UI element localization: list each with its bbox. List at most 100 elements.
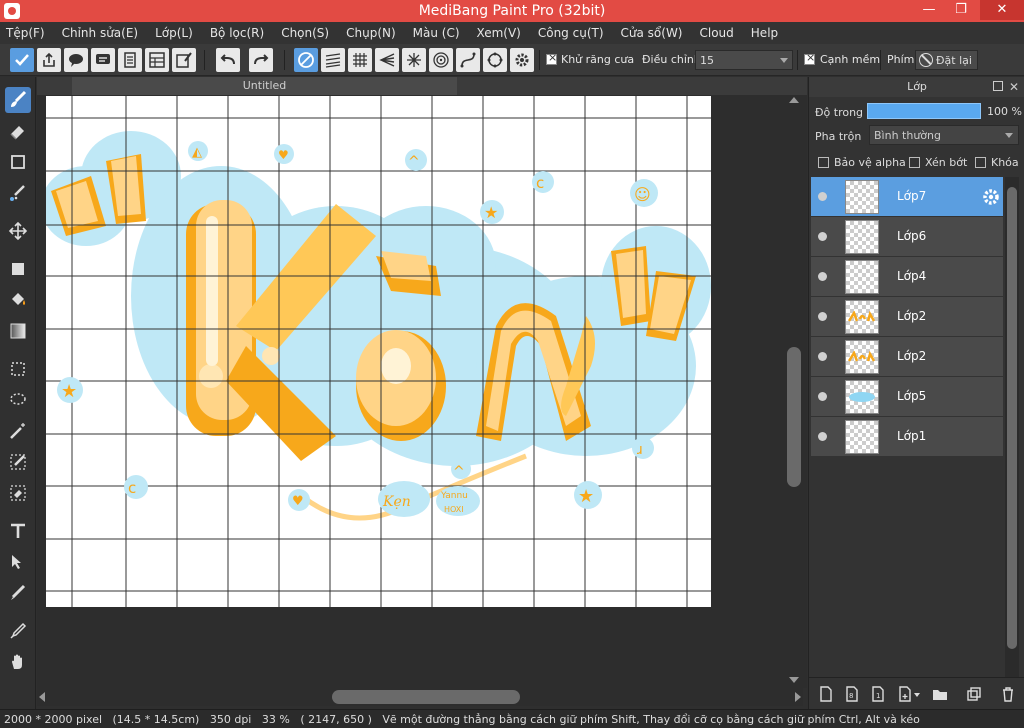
- page-button[interactable]: [118, 48, 142, 72]
- blend-mode-dropdown[interactable]: Bình thường: [869, 125, 1019, 145]
- share-button[interactable]: [37, 48, 61, 72]
- layer-row[interactable]: Lớp2: [811, 297, 1003, 337]
- close-button[interactable]: ✕: [980, 0, 1024, 20]
- layer-row[interactable]: Lớp2: [811, 337, 1003, 377]
- rectangle-tool[interactable]: [5, 149, 31, 175]
- dot-brush-tool[interactable]: [5, 180, 31, 206]
- visibility-eye-icon[interactable]: [818, 392, 827, 401]
- add-layer-menu-button[interactable]: [895, 683, 925, 705]
- drawing-canvas[interactable]: ◭ ♥ ^ c ☺ ★ ★ ɹ c ♥ ^ ★ Kẹn Yannu HOXI: [46, 96, 711, 607]
- perspective-snap-button[interactable]: [375, 48, 399, 72]
- visibility-eye-icon[interactable]: [818, 232, 827, 241]
- close-panel-icon[interactable]: ✕: [1009, 77, 1019, 97]
- gear-icon[interactable]: [981, 187, 1001, 207]
- pointer-icon: [12, 555, 21, 569]
- move-tool[interactable]: [5, 218, 31, 244]
- curve-snap-button[interactable]: [456, 48, 480, 72]
- select-pen-tool[interactable]: [5, 449, 31, 475]
- visibility-eye-icon[interactable]: [818, 312, 827, 321]
- layer-row[interactable]: Lớp4: [811, 257, 1003, 297]
- hand-icon: [12, 654, 22, 669]
- text-tool[interactable]: [5, 518, 31, 544]
- text-bubble-button[interactable]: [91, 48, 115, 72]
- layer-row[interactable]: Lớp7: [811, 177, 1003, 217]
- canvas-vertical-scrollbar[interactable]: [785, 95, 803, 685]
- scroll-down-icon[interactable]: [789, 677, 799, 683]
- adjust-dropdown[interactable]: 15: [695, 50, 793, 70]
- canvas-horizontal-scrollbar[interactable]: [37, 688, 803, 706]
- hand-tool[interactable]: [5, 649, 31, 675]
- eyedropper-tool[interactable]: [5, 618, 31, 644]
- scroll-up-icon[interactable]: [789, 97, 799, 103]
- horizontal-scroll-thumb[interactable]: [332, 690, 520, 704]
- new-halftone-layer-button[interactable]: 8: [841, 683, 863, 705]
- antialias-checkbox[interactable]: [546, 51, 557, 65]
- menu-select[interactable]: Chọn(S): [281, 26, 329, 40]
- menu-file[interactable]: Tệp(F): [6, 26, 45, 40]
- radial-snap-button[interactable]: [402, 48, 426, 72]
- brush-tool[interactable]: [5, 87, 31, 113]
- scroll-right-icon[interactable]: [795, 692, 801, 702]
- menu-edit[interactable]: Chỉnh sửa(E): [62, 26, 139, 40]
- layer-row[interactable]: Lớp6: [811, 217, 1003, 257]
- maximize-button[interactable]: ❐: [946, 0, 976, 20]
- magic-wand-tool[interactable]: [5, 418, 31, 444]
- new-folder-button[interactable]: [929, 683, 951, 705]
- new-layer-button[interactable]: [815, 683, 837, 705]
- speech-bubble-button[interactable]: [64, 48, 88, 72]
- bucket-tool[interactable]: [5, 287, 31, 313]
- minimize-button[interactable]: —: [914, 0, 944, 20]
- select-eraser-tool[interactable]: [5, 480, 31, 506]
- menu-window[interactable]: Cửa sổ(W): [621, 26, 683, 40]
- svg-text:ɹ: ɹ: [637, 442, 643, 458]
- menu-filter[interactable]: Bộ lọc(R): [210, 26, 264, 40]
- edit-layout-button[interactable]: [172, 48, 196, 72]
- menu-color[interactable]: Màu (C): [413, 26, 460, 40]
- redo-button[interactable]: [249, 48, 273, 72]
- protect-alpha-checkbox[interactable]: [818, 157, 829, 168]
- concentric-snap-button[interactable]: [429, 48, 453, 72]
- visibility-eye-icon[interactable]: [818, 432, 827, 441]
- visibility-eye-icon[interactable]: [818, 352, 827, 361]
- layer-scroll-thumb[interactable]: [1007, 187, 1017, 649]
- menu-view[interactable]: Xem(V): [477, 26, 521, 40]
- toolbar: Khử răng cưa Điều chỉnh 15 Cạnh mềm Phím…: [0, 44, 1024, 76]
- visibility-eye-icon[interactable]: [818, 272, 827, 281]
- delete-layer-button[interactable]: [997, 683, 1019, 705]
- fill-rectangle-tool[interactable]: [5, 256, 31, 282]
- ellipse-snap-button[interactable]: [483, 48, 507, 72]
- lock-checkbox[interactable]: [975, 157, 986, 168]
- clipping-checkbox[interactable]: [909, 157, 920, 168]
- eraser-tool[interactable]: [5, 118, 31, 144]
- brush-settings-button[interactable]: [10, 48, 34, 72]
- select-tool[interactable]: [5, 356, 31, 382]
- scroll-left-icon[interactable]: [39, 692, 45, 702]
- layer-list-scrollbar[interactable]: [1005, 177, 1019, 677]
- vertical-scroll-thumb[interactable]: [787, 347, 801, 487]
- layer-row[interactable]: Lớp1: [811, 417, 1003, 457]
- gradient-tool[interactable]: [5, 318, 31, 344]
- new-1bit-layer-button[interactable]: 1: [867, 683, 889, 705]
- panel-layout-button[interactable]: [145, 48, 169, 72]
- menu-cloud[interactable]: Cloud: [700, 26, 734, 40]
- visibility-eye-icon[interactable]: [818, 192, 827, 201]
- menu-layer[interactable]: Lớp(L): [155, 26, 193, 40]
- operation-tool[interactable]: [5, 549, 31, 575]
- undo-button[interactable]: [216, 48, 240, 72]
- detach-panel-icon[interactable]: [993, 81, 1003, 91]
- reset-key-button[interactable]: Đặt lại: [915, 50, 978, 70]
- snap-settings-button[interactable]: [510, 48, 534, 72]
- menu-tools[interactable]: Công cụ(T): [538, 26, 604, 40]
- duplicate-layer-button[interactable]: [963, 683, 985, 705]
- menu-help[interactable]: Help: [751, 26, 778, 40]
- snap-off-button[interactable]: [294, 48, 318, 72]
- menu-snap[interactable]: Chụp(N): [346, 26, 396, 40]
- opacity-slider[interactable]: [867, 103, 981, 119]
- layer-row[interactable]: Lớp5: [811, 377, 1003, 417]
- pen-tool[interactable]: [5, 580, 31, 606]
- parallel-snap-button[interactable]: [321, 48, 345, 72]
- document-tab[interactable]: Untitled: [72, 77, 457, 95]
- soft-edge-checkbox[interactable]: [804, 51, 815, 65]
- lasso-tool[interactable]: [5, 387, 31, 413]
- grid-snap-button[interactable]: [348, 48, 372, 72]
